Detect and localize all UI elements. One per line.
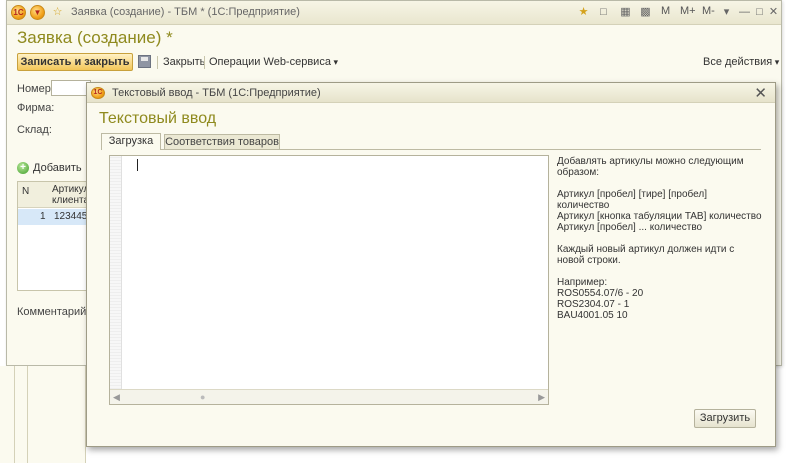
hint-line: Артикул [пробел] ... количество <box>557 222 703 233</box>
minimize-icon[interactable]: — <box>738 6 751 19</box>
close-icon[interactable]: ✕ <box>767 6 780 19</box>
text-cursor <box>137 159 138 171</box>
background-divider <box>27 366 28 463</box>
hint-line: Например: <box>557 277 608 288</box>
number-field[interactable] <box>51 80 91 96</box>
scroll-left-icon[interactable]: ◀ <box>113 392 120 403</box>
menu-arrow-icon[interactable]: ▼ <box>30 5 45 20</box>
table-header: N Артикул клиента <box>18 182 96 208</box>
add-row-button[interactable]: Добавить <box>33 162 82 174</box>
hint-line: Каждый новый артикул должен идти с новой… <box>557 244 735 266</box>
horizontal-scrollbar[interactable]: ◀ ● ▶ <box>110 389 548 404</box>
close-button[interactable]: Закрыть <box>163 56 205 68</box>
hint-example: BAU4001.05 10 <box>557 310 628 321</box>
dialog-heading: Текстовый ввод <box>99 110 217 127</box>
background-panel <box>0 366 86 463</box>
items-table: N Артикул клиента 1 123445 <box>17 181 97 291</box>
toolbar-separator <box>157 56 158 69</box>
hint-line: Артикул [пробел] [тире] [пробел] количес… <box>557 189 708 211</box>
hint-example: ROS0554.07/6 - 20 <box>557 288 644 299</box>
memory-minus-button[interactable]: M- <box>702 5 715 17</box>
page-title: Заявка (создание) * <box>17 28 173 47</box>
app-logo-icon: 1С <box>91 87 105 99</box>
row-article: 123445 <box>54 211 88 222</box>
webservice-operations-label: Операции Web-сервиса <box>209 56 331 68</box>
firm-label: Фирма: <box>17 102 55 114</box>
scroll-right-icon[interactable]: ▶ <box>538 392 545 403</box>
dialog-window-title: Текстовый ввод - ТБМ (1С:Предприятие) <box>112 87 321 99</box>
calculator-icon[interactable]: ▦ <box>619 6 632 19</box>
background-divider <box>14 366 15 463</box>
save-disk-icon[interactable] <box>138 55 151 68</box>
column-header-n[interactable]: N <box>22 186 29 197</box>
dropdown-icon[interactable]: ▾ <box>720 6 733 19</box>
table-row[interactable]: 1 123445 <box>18 209 96 225</box>
dialog-close-icon[interactable]: ✕ <box>754 84 767 102</box>
memory-plus-button[interactable]: M+ <box>680 5 696 17</box>
calendar-icon[interactable]: ▩ <box>639 6 652 19</box>
comment-label: Комментарий: <box>17 306 90 318</box>
text-editor[interactable]: ◀ ● ▶ <box>109 155 549 405</box>
input-hint: Добавлять артикулы можно следующим образ… <box>557 156 762 321</box>
save-and-close-button[interactable]: Записать и закрыть <box>17 53 133 71</box>
memory-m-button[interactable]: M <box>661 5 670 17</box>
load-button[interactable]: Загрузить <box>694 409 756 428</box>
tab-product-matching[interactable]: Соответствия товаров <box>164 134 280 150</box>
hint-example: ROS2304.07 - 1 <box>557 299 630 310</box>
main-titlebar: 1С ▼ ☆ Заявка (создание) - ТБМ * (1С:Пре… <box>7 1 781 25</box>
favorite-star-icon[interactable]: ★ <box>577 6 590 19</box>
page-icon[interactable]: □ <box>597 6 610 19</box>
restore-icon[interactable]: □ <box>753 6 766 19</box>
add-icon[interactable]: + <box>17 162 29 174</box>
hint-line: Добавлять артикулы можно следующим образ… <box>557 156 744 178</box>
all-actions-menu[interactable]: Все действия <box>703 56 779 68</box>
tab-load[interactable]: Загрузка <box>101 133 161 150</box>
app-logo-icon[interactable]: 1С <box>11 5 26 20</box>
hint-line: Артикул [кнопка табуляции TAB] количеств… <box>557 211 762 222</box>
row-number: 1 <box>40 211 46 222</box>
main-window-title: Заявка (создание) - ТБМ * (1С:Предприяти… <box>71 6 300 18</box>
text-input-dialog: 1С Текстовый ввод - ТБМ (1С:Предприятие)… <box>86 82 776 447</box>
webservice-operations-menu[interactable]: Операции Web-сервиса <box>209 56 338 68</box>
toolbar-separator <box>204 56 205 69</box>
star-icon[interactable]: ☆ <box>51 6 64 19</box>
editor-gutter <box>110 156 122 389</box>
number-label: Номер: <box>17 83 54 95</box>
dialog-titlebar: 1С Текстовый ввод - ТБМ (1С:Предприятие)… <box>87 83 775 103</box>
all-actions-label: Все действия <box>703 56 773 68</box>
warehouse-label: Склад: <box>17 124 52 136</box>
scroll-thumb[interactable]: ● <box>200 392 205 402</box>
